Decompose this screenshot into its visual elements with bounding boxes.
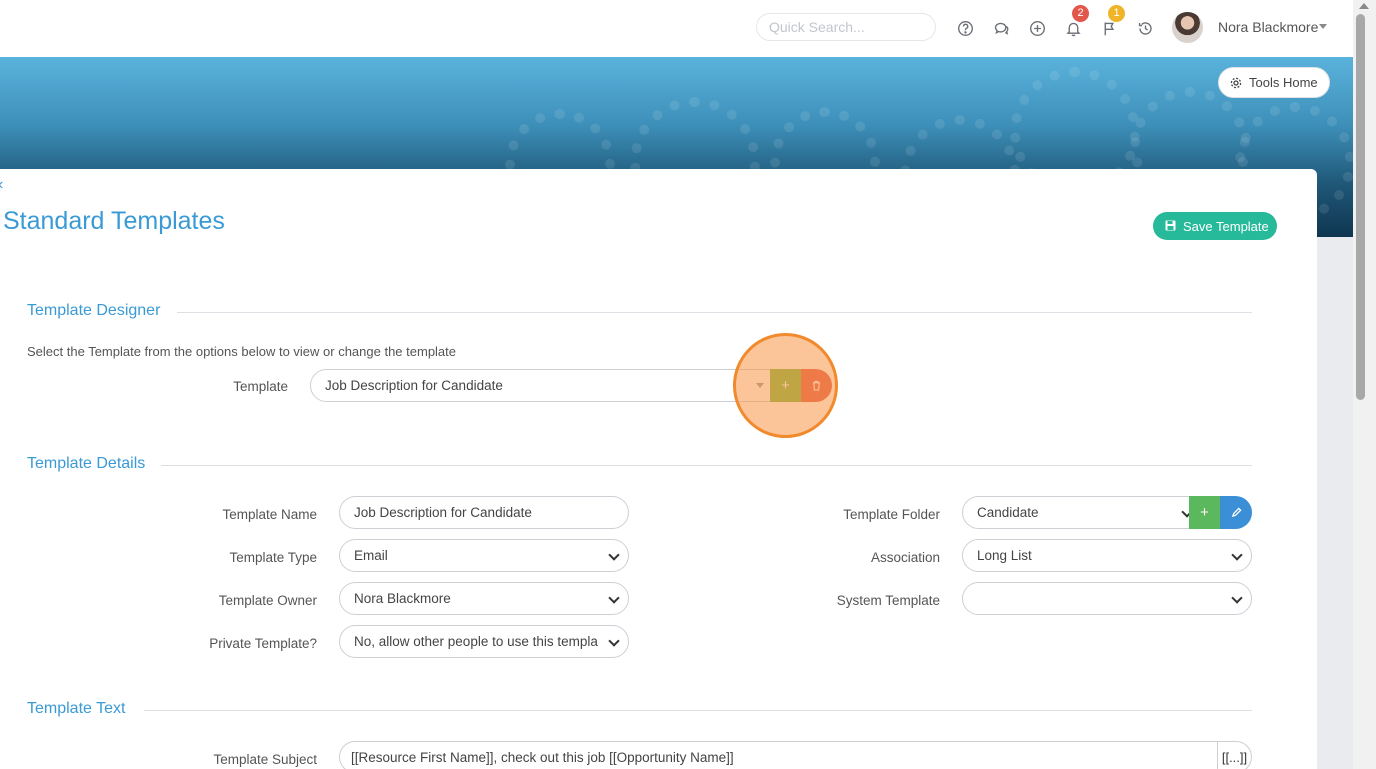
scrollbar-thumb[interactable] — [1356, 14, 1365, 400]
history-icon[interactable] — [1134, 17, 1156, 39]
private-template-select[interactable]: No, allow other people to use this templ… — [339, 625, 629, 658]
merge-field-button[interactable]: [[...]] — [1217, 741, 1252, 769]
chevron-left-icon[interactable]: ‹ — [0, 176, 3, 194]
section-divider — [144, 710, 1252, 711]
private-template-label: Private Template? — [209, 636, 317, 651]
chevron-down-icon — [608, 635, 620, 647]
template-subject-label: Template Subject — [213, 752, 317, 767]
edit-folder-button[interactable] — [1220, 496, 1252, 529]
tools-home-label: Tools Home — [1249, 75, 1318, 90]
association-select[interactable]: Long List — [962, 539, 1252, 572]
template-folder-value: Candidate — [977, 505, 1039, 520]
page-title: Standard Templates — [3, 207, 225, 235]
add-folder-button[interactable]: + — [1189, 496, 1220, 529]
template-folder-select[interactable]: Candidate — [962, 496, 1202, 529]
quick-search-input[interactable] — [756, 13, 936, 41]
template-select[interactable]: Job Description for Candidate — [310, 369, 790, 402]
template-owner-label: Template Owner — [218, 593, 317, 608]
chevron-down-icon — [1231, 592, 1243, 604]
chevron-down-icon — [1231, 549, 1243, 561]
template-details-heading: Template Details — [27, 455, 146, 472]
help-icon[interactable] — [954, 17, 976, 39]
template-label: Template — [233, 379, 288, 394]
association-label: Association — [870, 550, 940, 565]
chevron-down-icon — [608, 549, 620, 561]
template-designer-heading: Template Designer — [27, 302, 161, 319]
save-template-label: Save Template — [1183, 218, 1269, 234]
template-type-value: Email — [354, 548, 388, 563]
trash-icon — [812, 380, 821, 391]
add-template-button[interactable]: + — [770, 369, 801, 402]
private-template-value: No, allow other people to use this templ… — [354, 634, 598, 649]
caret-down-icon[interactable] — [756, 383, 764, 388]
avatar[interactable] — [1172, 12, 1203, 43]
template-owner-value: Nora Blackmore — [354, 591, 451, 606]
template-select-value: Job Description for Candidate — [325, 378, 503, 393]
template-text-heading: Template Text — [27, 700, 126, 717]
user-name[interactable]: Nora Blackmore — [1218, 19, 1318, 35]
save-template-button[interactable]: Save Template — [1153, 212, 1277, 240]
flags-badge: 1 — [1108, 5, 1125, 22]
pencil-icon — [1231, 507, 1242, 518]
bell-icon[interactable]: 2 — [1062, 5, 1089, 39]
flag-icon[interactable]: 1 — [1098, 5, 1125, 39]
merge-field-label: [[...]] — [1221, 749, 1248, 765]
floppy-disk-icon — [1165, 220, 1176, 231]
chat-icon[interactable] — [990, 17, 1012, 39]
chevron-down-icon[interactable] — [1319, 24, 1327, 29]
section-divider — [177, 312, 1252, 313]
add-circle-icon[interactable] — [1026, 17, 1048, 39]
plus-icon: + — [781, 377, 790, 394]
template-folder-label: Template Folder — [843, 507, 940, 522]
template-owner-select[interactable]: Nora Blackmore — [339, 582, 629, 615]
system-template-select[interactable] — [962, 582, 1252, 615]
top-bar: 2 1 Nora Blackmore — [0, 0, 1353, 57]
template-name-input[interactable]: Job Description for Candidate — [339, 496, 629, 529]
notifications-badge: 2 — [1072, 5, 1089, 22]
content-card — [0, 169, 1317, 769]
section-divider — [161, 465, 1252, 466]
template-subject-value: [[Resource First Name]], check out this … — [351, 749, 734, 765]
template-type-select[interactable]: Email — [339, 539, 629, 572]
plus-icon: + — [1200, 504, 1209, 521]
tools-home-button[interactable]: Tools Home — [1218, 67, 1330, 98]
gear-icon — [1230, 77, 1242, 89]
template-subject-input[interactable]: [[Resource First Name]], check out this … — [339, 741, 1218, 769]
association-value: Long List — [977, 548, 1032, 563]
scroll-up-arrow-icon[interactable] — [1359, 3, 1369, 9]
template-hint-text: Select the Template from the options bel… — [27, 344, 457, 359]
template-name-value: Job Description for Candidate — [354, 505, 532, 520]
chevron-down-icon — [608, 592, 620, 604]
template-type-label: Template Type — [229, 550, 317, 565]
template-name-label: Template Name — [222, 507, 317, 522]
system-template-label: System Template — [836, 593, 940, 608]
